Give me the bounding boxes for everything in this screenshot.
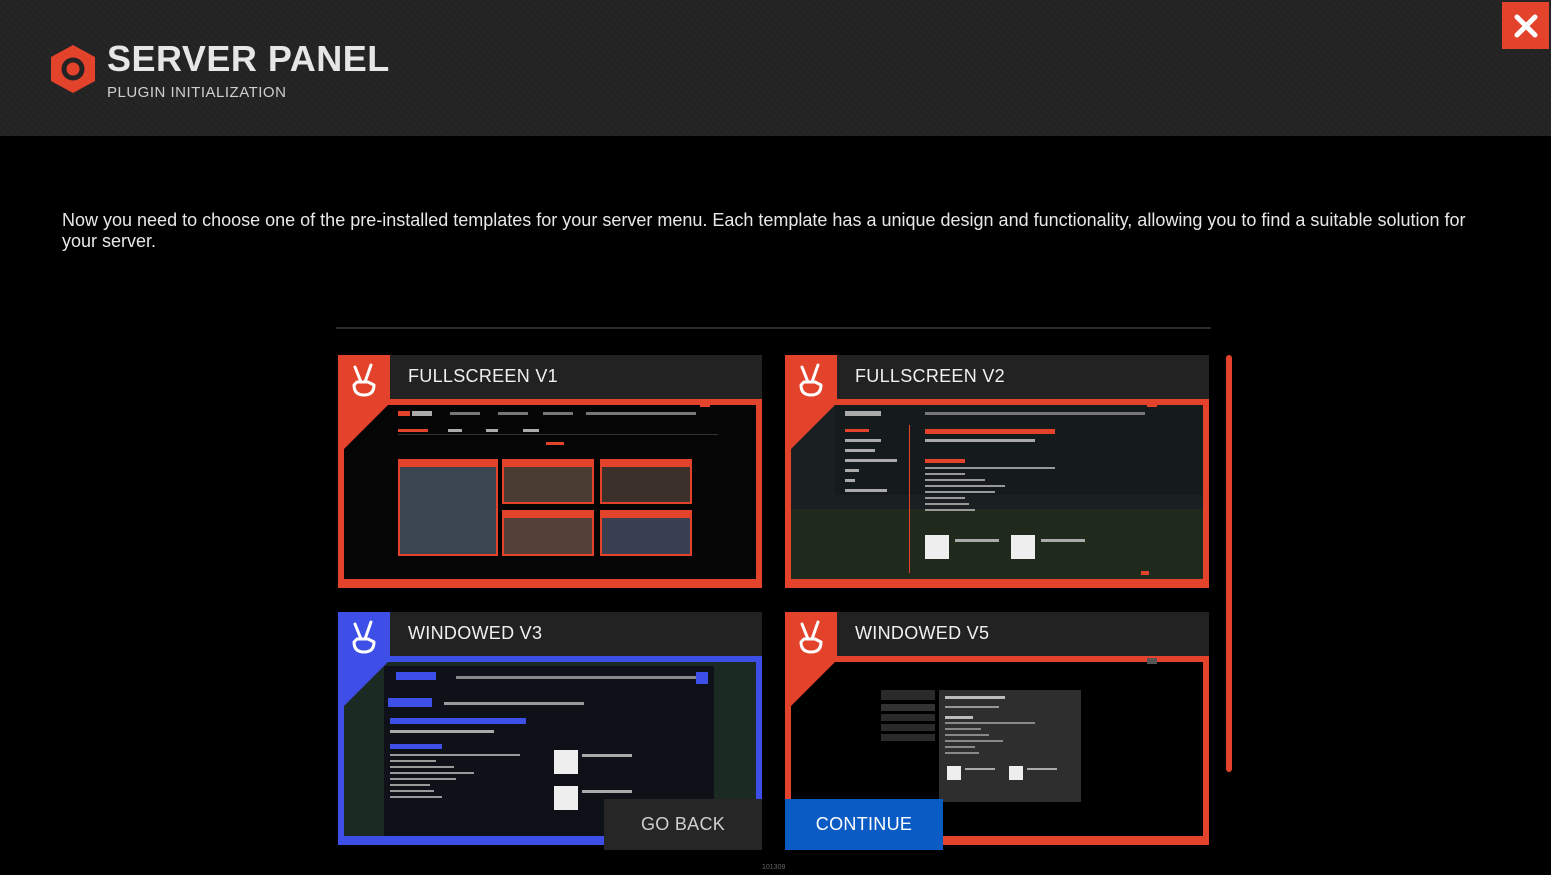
template-label: WINDOWED V3 xyxy=(408,623,543,643)
scrollbar-thumb[interactable] xyxy=(1226,355,1232,772)
version-label: 101309 xyxy=(762,864,786,871)
template-label: FULLSCREEN V2 xyxy=(855,366,1005,386)
header-bar: SERVER PANEL PLUGIN INITIALIZATION xyxy=(0,0,1551,136)
template-label: WINDOWED V5 xyxy=(855,623,990,643)
template-card-fullscreen-v1[interactable]: FULLSCREEN V1 xyxy=(338,355,762,588)
continue-button[interactable]: CONTINUE xyxy=(785,799,943,850)
template-preview-fullscreen-v1 xyxy=(338,399,762,588)
template-card-header xyxy=(338,612,762,656)
instruction-text: Now you need to choose one of the pre-in… xyxy=(62,210,1466,251)
page-subtitle: PLUGIN INITIALIZATION xyxy=(107,84,287,101)
peace-hand-icon xyxy=(338,355,390,407)
close-button[interactable] xyxy=(1502,2,1549,49)
template-card-fullscreen-v2[interactable]: FULLSCREEN V2 xyxy=(785,355,1209,588)
go-back-button[interactable]: GO BACK xyxy=(604,799,762,850)
page-title: SERVER PANEL xyxy=(107,38,390,79)
close-icon xyxy=(1514,14,1537,37)
peace-hand-icon xyxy=(785,355,837,407)
template-preview-fullscreen-v2 xyxy=(785,399,1209,588)
server-panel-logo-icon xyxy=(51,45,95,93)
peace-hand-icon xyxy=(785,612,837,664)
peace-hand-icon xyxy=(338,612,390,664)
template-card-header xyxy=(785,612,1209,656)
template-label: FULLSCREEN V1 xyxy=(408,366,558,386)
divider xyxy=(336,327,1211,329)
